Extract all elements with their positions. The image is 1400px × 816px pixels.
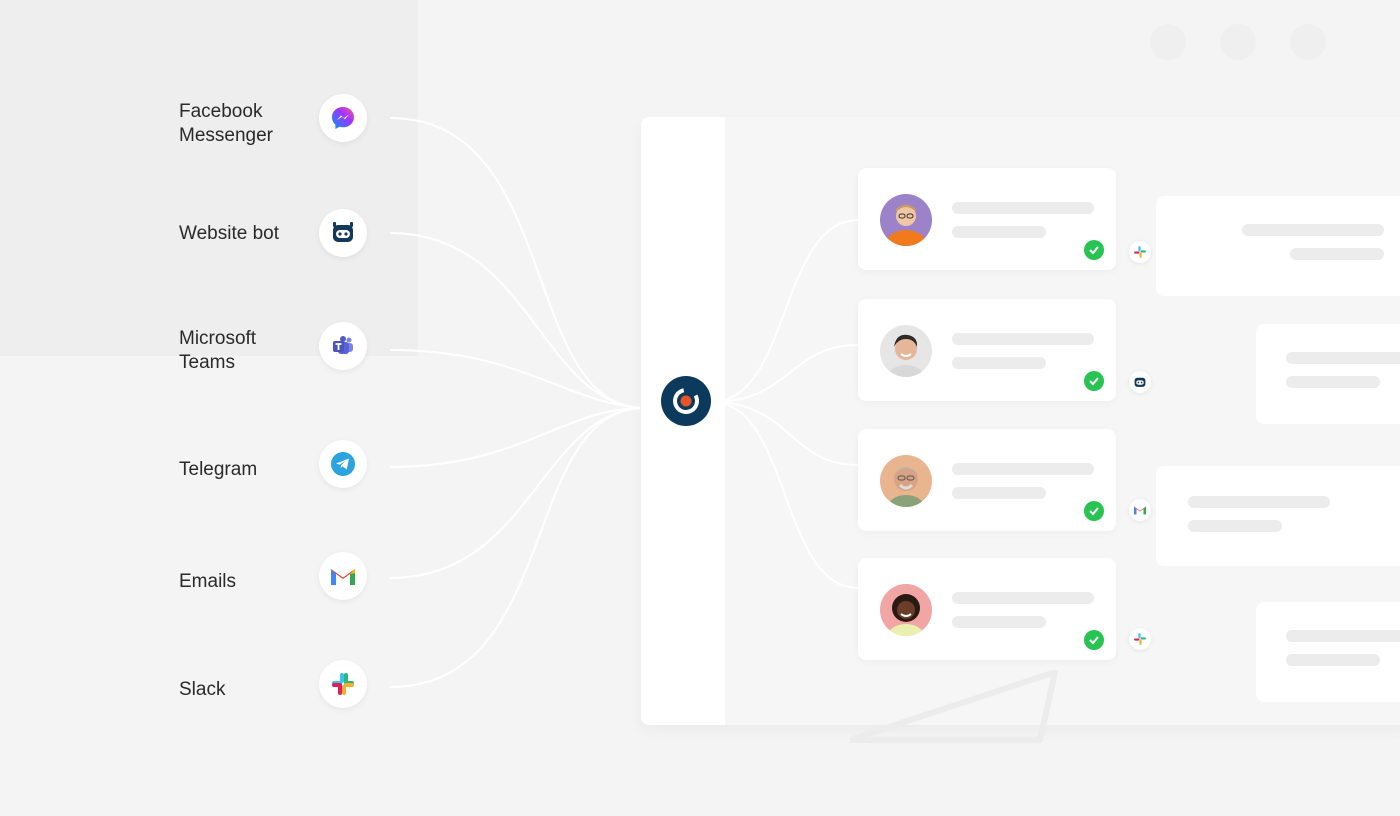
messenger-icon xyxy=(332,107,354,129)
channel-label-facebook-messenger: Facebook Messenger xyxy=(179,101,273,146)
channel-label-emails: Emails xyxy=(179,571,237,592)
check-icon xyxy=(1084,501,1104,521)
channel-website-bot[interactable] xyxy=(319,209,367,257)
check-icon xyxy=(1084,630,1104,650)
telegram-icon xyxy=(331,452,355,476)
agent-card[interactable] xyxy=(858,168,1116,270)
channel-label-microsoft-teams: Microsoft Teams xyxy=(179,328,257,373)
agent-channel-robot-icon xyxy=(1129,371,1151,393)
channel-emails[interactable] xyxy=(319,552,367,600)
channel-slack[interactable] xyxy=(319,660,367,708)
channel-label-telegram: Telegram xyxy=(179,459,258,480)
channel-microsoft-teams[interactable] xyxy=(319,322,367,370)
teams-icon xyxy=(333,336,353,354)
agent-card[interactable] xyxy=(858,558,1116,660)
gmail-icon xyxy=(331,569,355,585)
channel-messenger[interactable] xyxy=(319,94,367,142)
channel-telegram[interactable] xyxy=(319,440,367,488)
check-icon xyxy=(1084,240,1104,260)
agent-card[interactable] xyxy=(858,429,1116,531)
agent-channel-slack-icon xyxy=(1129,628,1151,650)
hub-logo[interactable] xyxy=(661,376,711,426)
check-icon xyxy=(1084,371,1104,391)
agent-card[interactable] xyxy=(858,299,1116,401)
agent-channel-slack-icon xyxy=(1129,241,1151,263)
hub-logo-icon xyxy=(673,388,699,414)
channel-label-website-bot: Website bot xyxy=(179,223,279,244)
agent-channel-gmail-icon xyxy=(1129,499,1151,521)
agent-avatar xyxy=(880,194,932,246)
slack-icon xyxy=(332,673,354,695)
agent-avatar xyxy=(880,455,932,507)
agent-avatar xyxy=(880,325,932,377)
channel-label-slack: Slack xyxy=(179,679,226,700)
agent-avatar xyxy=(880,584,932,636)
robot-icon xyxy=(333,222,353,242)
